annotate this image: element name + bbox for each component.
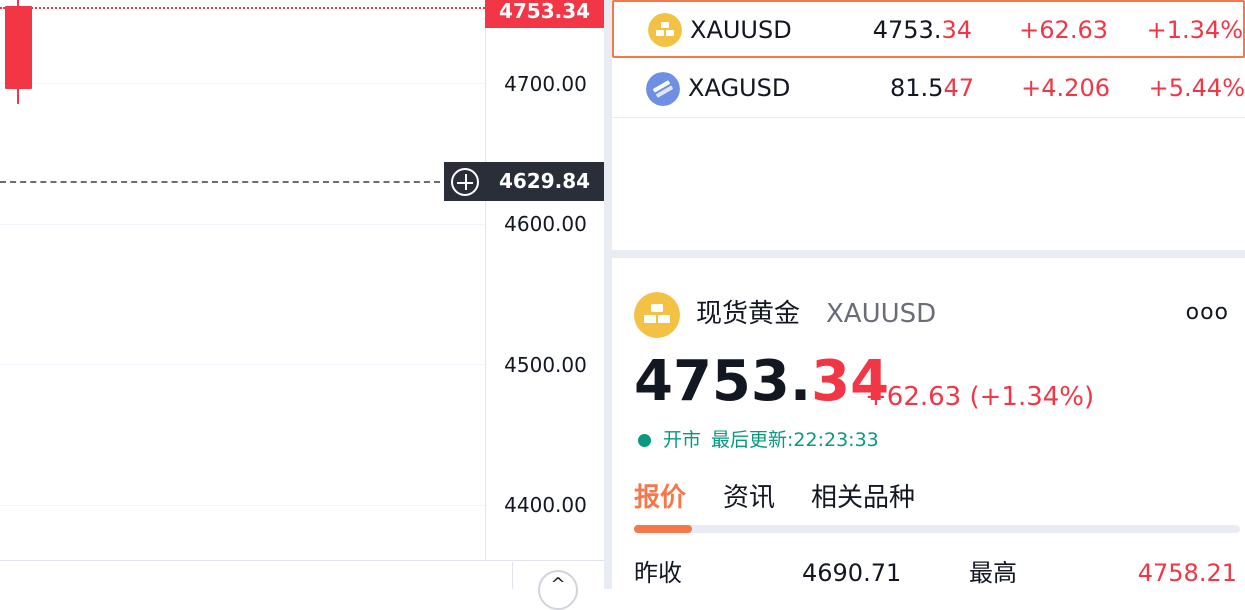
- watchlist-symbol: XAGUSD: [688, 74, 791, 102]
- last-update-time: 22:23:33: [793, 429, 879, 451]
- price-scale-label: 4600.00: [504, 212, 587, 236]
- gold-bar-icon: [648, 13, 682, 47]
- grid-line: [0, 224, 485, 225]
- watchlist-change-pct: +5.44%: [1148, 74, 1245, 102]
- last-update-label: 最后更新:: [711, 429, 794, 451]
- current-price: 4753.34: [634, 349, 890, 414]
- candle-body[interactable]: [5, 6, 32, 89]
- tab-quote[interactable]: 报价: [634, 480, 686, 516]
- price-scale-label: 4700.00: [504, 72, 587, 96]
- watchlist-row-xauusd[interactable]: XAUUSD 4753.34 +62.63 +1.34%: [612, 0, 1245, 58]
- watchlist-change: +4.206: [1021, 74, 1110, 102]
- symbol-details: 现货黄金 XAUUSD ooo 4753.34 +62.63 (+1.34%) …: [612, 258, 1245, 589]
- time-axis[interactable]: [0, 560, 604, 589]
- market-open-label: 开市: [663, 429, 702, 451]
- watchlist-last-price: 81.547: [890, 74, 974, 102]
- watchlist-change-pct: +1.34%: [1146, 16, 1243, 44]
- section-divider: [612, 250, 1245, 258]
- grid-line: [0, 364, 485, 365]
- quote-row: 昨收 4690.71 最高 4758.21: [612, 556, 1245, 590]
- grid-line: [0, 83, 485, 84]
- watchlist-last-price: 4753.34: [872, 16, 972, 44]
- tab-track: [634, 525, 1240, 533]
- prev-close-value: 4690.71: [802, 559, 902, 587]
- prev-close-label: 昨收: [634, 559, 682, 587]
- last-price-line: [0, 7, 485, 9]
- price-scale-label: 4400.00: [504, 493, 587, 517]
- time-axis-separator: [512, 562, 513, 589]
- silver-bar-icon: [646, 72, 680, 106]
- symbol-code: XAUUSD: [826, 299, 937, 329]
- watchlist-row-xagusd[interactable]: XAGUSD 81.547 +4.206 +5.44%: [612, 60, 1245, 118]
- watchlist: XAUUSD 4753.34 +62.63 +1.34% XAGUSD 81.5…: [612, 0, 1245, 258]
- watchlist-symbol: XAUUSD: [690, 16, 792, 44]
- price-scale[interactable]: 4700.00 4600.00 4500.00 4400.00: [485, 0, 604, 560]
- chart-pane[interactable]: 4700.00 4600.00 4500.00 4400.00 4753.34 …: [0, 0, 604, 610]
- crosshair-add-button[interactable]: [444, 162, 485, 201]
- symbol-name: 现货黄金: [696, 299, 801, 329]
- crosshair-price-tag: 4629.84: [485, 162, 604, 201]
- high-value: 4758.21: [1137, 559, 1237, 587]
- status-dot-icon: [638, 433, 651, 447]
- tab-active-indicator: [634, 525, 692, 533]
- pane-divider[interactable]: [604, 0, 612, 589]
- tab-news[interactable]: 资讯: [723, 480, 775, 516]
- gold-bar-icon: [634, 292, 680, 338]
- price-scale-label: 4500.00: [504, 353, 587, 377]
- grid-line: [0, 505, 485, 506]
- high-label: 最高: [969, 559, 1017, 587]
- market-status: 开市 最后更新: 22:23:33: [638, 426, 879, 454]
- scroll-up-button[interactable]: ^: [538, 570, 578, 610]
- price-change: +62.63 (+1.34%): [865, 382, 1095, 412]
- crosshair-line: [0, 181, 440, 183]
- more-options-icon[interactable]: ooo: [1186, 298, 1229, 328]
- plot-area[interactable]: [0, 0, 485, 560]
- plus-circle-icon: [450, 167, 479, 196]
- chevron-up-icon: ^: [550, 574, 566, 595]
- watchlist-change: +62.63: [1019, 16, 1108, 44]
- tab-related[interactable]: 相关品种: [811, 480, 915, 516]
- last-price-tag: 4753.34: [485, 0, 604, 28]
